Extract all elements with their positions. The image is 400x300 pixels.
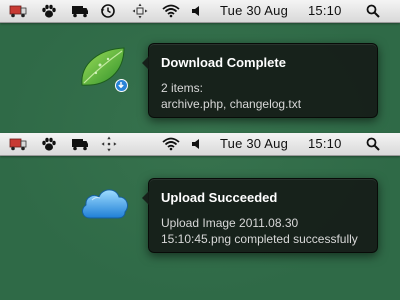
truck-icon[interactable] — [71, 3, 89, 19]
spotlight-search-icon[interactable] — [364, 136, 382, 152]
menu-time[interactable]: 15:10 — [308, 3, 342, 18]
cloud-icon — [78, 182, 132, 224]
volume-icon[interactable] — [188, 136, 206, 152]
menu-bar-top: Tue 30 Aug 15:10 — [0, 0, 400, 23]
notification-title: Upload Succeeded — [161, 190, 278, 205]
menu-date[interactable]: Tue 30 Aug — [220, 3, 288, 18]
time-machine-icon[interactable] — [99, 3, 117, 19]
wifi-icon[interactable] — [162, 3, 180, 19]
move-arrows-icon[interactable] — [100, 136, 118, 152]
notification-pointer — [142, 191, 149, 205]
red-truck-icon[interactable] — [9, 136, 27, 152]
notification-pointer — [142, 56, 149, 70]
leaf-icon — [78, 45, 130, 93]
notification-line-2: archive.php, changelog.txt — [161, 97, 302, 111]
notification-line-1: 2 items: — [161, 81, 204, 95]
paw-icon[interactable] — [40, 3, 58, 19]
notification-download-complete[interactable]: Download Complete 2 items: archive.php, … — [142, 43, 378, 118]
menu-bar-bottom: Tue 30 Aug 15:10 — [0, 133, 400, 156]
notification-upload-succeeded[interactable]: Upload Succeeded Upload Image 2011.08.30… — [142, 178, 378, 253]
download-badge-icon — [115, 79, 128, 92]
red-truck-icon[interactable] — [9, 3, 27, 19]
resize-arrows-icon[interactable] — [131, 3, 149, 19]
spotlight-search-icon[interactable] — [364, 3, 382, 19]
notification-title: Download Complete — [161, 55, 286, 70]
truck-icon[interactable] — [71, 136, 89, 152]
menu-time[interactable]: 15:10 — [308, 136, 342, 151]
notification-line-1: Upload Image 2011.08.30 — [161, 216, 299, 230]
menu-date[interactable]: Tue 30 Aug — [220, 136, 288, 151]
paw-icon[interactable] — [40, 136, 58, 152]
notification-line-2: 15:10:45.png completed successfully — [161, 232, 358, 246]
wifi-icon[interactable] — [162, 136, 180, 152]
volume-icon[interactable] — [188, 3, 206, 19]
